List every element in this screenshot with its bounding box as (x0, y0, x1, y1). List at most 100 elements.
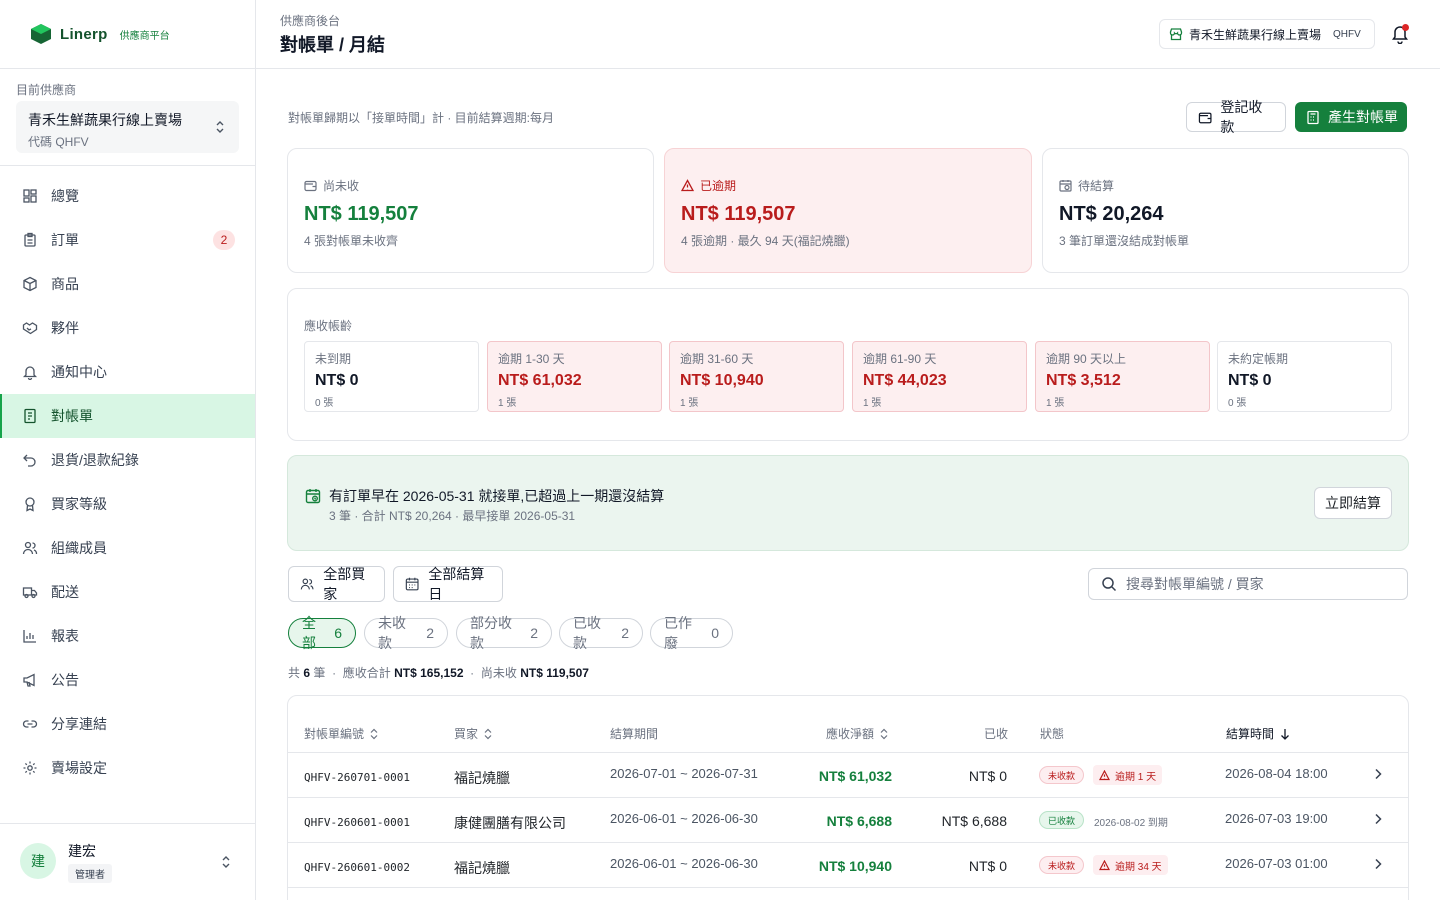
divider (0, 165, 255, 166)
sidebar-item-statements[interactable]: 對帳單 (0, 394, 255, 438)
aging-bucket-31-60[interactable]: 逾期 31-60 天 NT$ 10,940 1 張 (669, 341, 844, 412)
invoice-icon (22, 408, 38, 424)
tab-label: 全部 (302, 615, 316, 651)
net-amount: NT$ 61,032 (818, 768, 892, 784)
card-label: 尚未收 (304, 177, 637, 194)
page-title: 對帳單 / 月結 (280, 35, 386, 55)
medal-icon (22, 496, 38, 512)
tab-paid[interactable]: 已收款 2 (559, 615, 643, 651)
paid-amount: NT$ 0 (968, 858, 1007, 874)
bucket-value: NT$ 61,032 (498, 372, 582, 389)
status-badge: 已收款 (1039, 811, 1085, 829)
overdue-text: 逾期 34 天 (1115, 861, 1162, 873)
statement-id[interactable]: QHFV-260701-0001 (304, 771, 410, 784)
sidebar-item-label: 訂單 (51, 232, 79, 248)
sidebar-item-label: 賣場設定 (51, 760, 107, 776)
sidebar-item-label: 組織成員 (51, 540, 107, 556)
sidebar-item-partners[interactable]: 夥伴 (0, 306, 255, 350)
dashboard-icon (22, 188, 38, 204)
chevron-updown-icon[interactable] (220, 853, 232, 871)
col-period: 結算期間 (610, 725, 658, 742)
card-label: 待結算 (1059, 177, 1392, 194)
store-code: QHFV (1333, 28, 1361, 40)
overdue-badge: 逾期 34 天 (1093, 855, 1168, 875)
summary-total-count: 6 (303, 666, 311, 680)
column-header: 買家 (454, 727, 479, 741)
bucket-count: 0 張 (1228, 398, 1247, 409)
logo-icon (31, 24, 51, 44)
tab-unpaid[interactable]: 未收款 2 (364, 615, 448, 651)
settle-day-filter[interactable]: 全部結算日 (393, 566, 503, 602)
overdue-sub: 4 張逾期 · 最久 94 天(福記燒臘) (681, 234, 850, 248)
col-statement-id[interactable]: 對帳單編號 (304, 725, 378, 742)
undo-icon (22, 452, 38, 468)
brand[interactable]: Linerp 供應商平台 (0, 0, 255, 69)
bucket-label: 逾期 31-60 天 (680, 352, 754, 366)
brand-name: Linerp (60, 25, 108, 43)
sidebar-item-products[interactable]: 商品 (0, 262, 255, 306)
col-net[interactable]: 應收淨額 (826, 725, 888, 742)
store-chip[interactable]: 青禾生鮮蔬果行線上賣場 QHFV (1159, 19, 1375, 49)
card-label-text: 尚未收 (323, 179, 360, 193)
vendor-switcher[interactable]: 青禾生鮮蔬果行線上賣場 代碼 QHFV (16, 101, 239, 153)
tab-label: 已作廢 (664, 615, 692, 651)
chevron-right-icon[interactable] (1374, 768, 1382, 780)
sort-icon (484, 728, 492, 739)
search-input[interactable] (1126, 576, 1396, 592)
settlement-note: 對帳單歸期以「接單時間」計 · 目前結算週期:每月 (288, 111, 554, 125)
aging-bucket-61-90[interactable]: 逾期 61-90 天 NT$ 44,023 1 張 (852, 341, 1027, 412)
chevron-right-icon[interactable] (1374, 813, 1382, 825)
page-header: 供應商後台 對帳單 / 月結 青禾生鮮蔬果行線上賣場 QHFV (256, 0, 1440, 69)
bucket-value: NT$ 0 (1228, 372, 1272, 389)
bucket-count: 1 張 (680, 398, 699, 409)
summary-unpaid: NT$ 119,507 (520, 666, 589, 680)
column-header: 結算時間 (1226, 727, 1275, 741)
sidebar-item-members[interactable]: 組織成員 (0, 526, 255, 570)
chevron-right-icon[interactable] (1374, 858, 1382, 870)
sidebar-item-dashboard[interactable]: 總覽 (0, 174, 255, 218)
sort-icon (370, 728, 378, 739)
col-settled-time[interactable]: 結算時間 (1226, 725, 1290, 742)
buyer-filter[interactable]: 全部買家 (288, 566, 385, 602)
column-header: 應收淨額 (826, 727, 875, 741)
settle-now-button[interactable]: 立即結算 (1314, 487, 1392, 519)
sidebar-item-announcements[interactable]: 公告 (0, 658, 255, 702)
sidebar-item-store-settings[interactable]: 賣場設定 (0, 746, 255, 790)
table-row[interactable]: QHFV-260701-0001 福記燒臘 2026-07-01 ~ 2026-… (288, 753, 1408, 798)
store-icon (1169, 28, 1183, 41)
sidebar-item-label: 總覽 (51, 188, 79, 204)
aging-title: 應收帳齡 (304, 319, 353, 333)
vendor-name: 青禾生鮮蔬果行線上賣場 (28, 112, 182, 128)
tab-all[interactable]: 全部 6 (288, 615, 356, 651)
table-row[interactable]: QHFV-260601-0002 福記燒臘 2026-06-01 ~ 2026-… (288, 843, 1408, 888)
sidebar-item-orders[interactable]: 訂單 2 (0, 218, 255, 262)
aging-bucket-not-due[interactable]: 未到期 NT$ 0 0 張 (304, 341, 479, 412)
aging-bucket-1-30[interactable]: 逾期 1-30 天 NT$ 61,032 1 張 (487, 341, 662, 412)
statement-id[interactable]: QHFV-260601-0002 (304, 861, 410, 874)
statement-id[interactable]: QHFV-260601-0001 (304, 816, 410, 829)
table-row[interactable]: QHFV-260601-0001 康健團膳有限公司 2026-06-01 ~ 2… (288, 798, 1408, 843)
sidebar-item-buyer-levels[interactable]: 買家等級 (0, 482, 255, 526)
tab-partial[interactable]: 部分收款 2 (456, 615, 552, 651)
generate-statement-button[interactable]: 產生對帳單 (1295, 102, 1407, 132)
overdue-card: 已逾期 NT$ 119,507 4 張逾期 · 最久 94 天(福記燒臘) (664, 148, 1032, 273)
tab-void[interactable]: 已作廢 0 (650, 615, 733, 651)
record-payment-button[interactable]: 登記收款 (1186, 99, 1286, 135)
breadcrumb[interactable]: 供應商後台 (280, 12, 340, 29)
sidebar-item-share-links[interactable]: 分享連結 (0, 702, 255, 746)
aging-bucket-no-terms[interactable]: 未約定帳期 NT$ 0 0 張 (1217, 341, 1392, 412)
card-label-text: 待結算 (1078, 179, 1115, 193)
summary-total-suffix: 筆 (313, 666, 326, 680)
sidebar-item-delivery[interactable]: 配送 (0, 570, 255, 614)
orders-badge: 2 (213, 230, 235, 250)
col-buyer[interactable]: 買家 (454, 725, 492, 742)
sidebar-item-notifications[interactable]: 通知中心 (0, 350, 255, 394)
search-box[interactable] (1088, 568, 1408, 600)
sidebar-item-returns[interactable]: 退貨/退款紀錄 (0, 438, 255, 482)
aging-bucket-90-plus[interactable]: 逾期 90 天以上 NT$ 3,512 1 張 (1035, 341, 1210, 412)
user-name: 建宏 (68, 843, 96, 859)
sidebar-item-reports[interactable]: 報表 (0, 614, 255, 658)
card-label-text: 已逾期 (700, 179, 737, 193)
settle-day-filter-label: 全部結算日 (428, 566, 485, 602)
avatar[interactable]: 建 (20, 843, 56, 879)
